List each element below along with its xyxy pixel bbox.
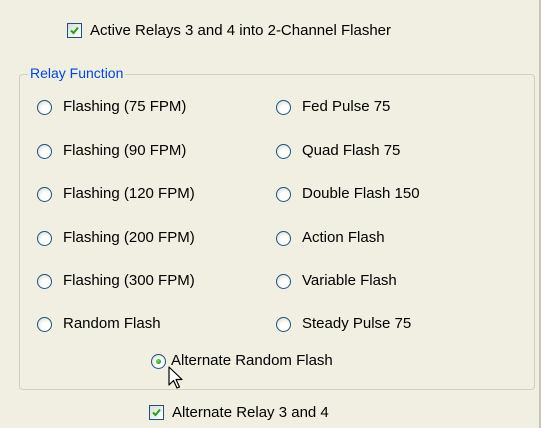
radio-label: Flashing (120 FPM) — [63, 185, 195, 202]
relay-settings-panel: Active Relays 3 and 4 into 2-Channel Fla… — [0, 0, 541, 428]
radio-option-flashing-90[interactable]: Flashing (90 FPM) — [37, 142, 186, 160]
arrow-cursor-icon — [168, 366, 183, 389]
radio-label: Flashing (90 FPM) — [63, 142, 187, 159]
check-icon — [152, 408, 161, 417]
radio-label: Steady Pulse 75 — [302, 315, 412, 332]
radio-button[interactable] — [276, 186, 291, 202]
radio-button[interactable] — [37, 143, 52, 159]
radio-option-flashing-300[interactable]: Flashing (300 FPM) — [37, 272, 195, 290]
radio-option-random-flash[interactable]: Random Flash — [37, 315, 161, 333]
radio-label: Variable Flash — [302, 272, 397, 289]
radio-label: Quad Flash 75 — [302, 142, 401, 159]
radio-option-flashing-120[interactable]: Flashing (120 FPM) — [37, 185, 195, 203]
radio-label: Alternate Random Flash — [171, 352, 333, 369]
radio-button[interactable] — [276, 99, 291, 115]
active-relays-label: Active Relays 3 and 4 into 2-Channel Fla… — [90, 22, 391, 39]
radio-option-action-flash[interactable]: Action Flash — [276, 229, 385, 247]
relay-function-title: Relay Function — [28, 65, 126, 81]
radio-button[interactable] — [37, 316, 52, 332]
radio-label: Fed Pulse 75 — [302, 98, 391, 115]
radio-label: Double Flash 150 — [302, 185, 420, 202]
radio-button-selected[interactable] — [151, 353, 166, 369]
radio-button[interactable] — [37, 230, 52, 246]
radio-button[interactable] — [37, 186, 52, 202]
radio-option-fed-pulse-75[interactable]: Fed Pulse 75 — [276, 98, 390, 116]
radio-label: Flashing (300 FPM) — [63, 272, 195, 289]
radio-button[interactable] — [276, 316, 291, 332]
radio-button[interactable] — [37, 99, 52, 115]
radio-label: Flashing (200 FPM) — [63, 229, 195, 246]
radio-option-variable-flash[interactable]: Variable Flash — [276, 272, 397, 290]
radio-label: Action Flash — [302, 229, 385, 246]
radio-option-double-flash-150[interactable]: Double Flash 150 — [276, 185, 420, 203]
check-icon — [70, 26, 79, 35]
alternate-relay-checkbox-row[interactable]: Alternate Relay 3 and 4 — [149, 404, 329, 421]
active-relays-checkbox-row[interactable]: Active Relays 3 and 4 into 2-Channel Fla… — [67, 22, 391, 39]
alternate-relay-label: Alternate Relay 3 and 4 — [172, 404, 329, 421]
radio-option-flashing-75[interactable]: Flashing (75 FPM) — [37, 98, 186, 116]
radio-option-quad-flash-75[interactable]: Quad Flash 75 — [276, 142, 400, 160]
active-relays-checkbox[interactable] — [67, 23, 82, 38]
radio-option-flashing-200[interactable]: Flashing (200 FPM) — [37, 229, 195, 247]
radio-option-steady-pulse-75[interactable]: Steady Pulse 75 — [276, 315, 411, 333]
radio-label: Random Flash — [63, 315, 161, 332]
radio-button[interactable] — [276, 273, 291, 289]
radio-button[interactable] — [37, 273, 52, 289]
alternate-relay-checkbox[interactable] — [149, 405, 164, 420]
radio-label: Flashing (75 FPM) — [63, 98, 187, 115]
radio-button[interactable] — [276, 230, 291, 246]
radio-button[interactable] — [276, 143, 291, 159]
